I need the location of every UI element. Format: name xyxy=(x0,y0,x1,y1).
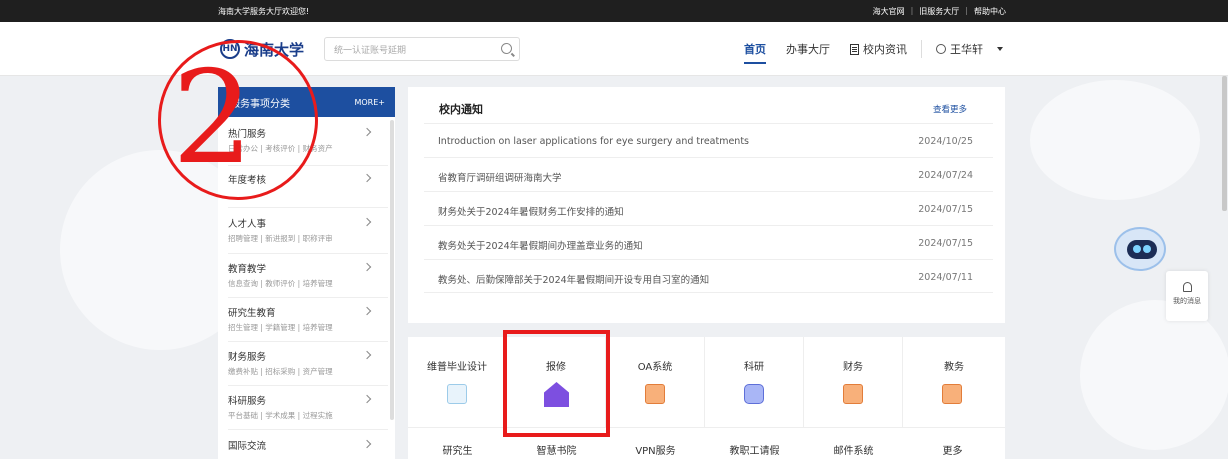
nav-campus-news[interactable]: 校内资讯 xyxy=(850,22,907,76)
nav-service-hall[interactable]: 办事大厅 xyxy=(786,22,830,76)
divider xyxy=(228,253,388,254)
notice-item[interactable]: 教务处、后勤保障部关于2024年暑假期间开设专用自习室的通知 2024/07/1… xyxy=(424,259,993,293)
app-tile-graduate[interactable]: 研究生 xyxy=(408,442,507,457)
search-icon[interactable] xyxy=(501,43,512,54)
page-scrollbar[interactable] xyxy=(1222,76,1227,211)
app-label: 维普毕业设计 xyxy=(427,362,487,373)
category-item[interactable]: 财务服务 缴费补贴 | 招标采购 | 资产管理 xyxy=(228,349,388,377)
notice-item-date: 2024/07/24 xyxy=(918,170,973,181)
news-icon xyxy=(850,43,859,55)
app-label: 财务 xyxy=(843,362,863,373)
app-tile-vpn[interactable]: VPN服务 xyxy=(606,442,705,457)
category-subtitle: 信息查询 | 教师评价 | 培养管理 xyxy=(228,279,333,288)
app-tile-staff-leave[interactable]: 教职工请假 xyxy=(705,442,804,457)
notice-item-title: Introduction on laser applications for e… xyxy=(438,136,749,147)
category-item[interactable]: 人才人事 招聘管理 | 新进报到 | 职称评审 xyxy=(228,216,388,244)
app-tile-oa[interactable]: OA系统 xyxy=(606,337,705,428)
user-name: 王华轩 xyxy=(950,43,983,56)
app-tile-research[interactable]: 科研 xyxy=(705,337,804,428)
sidebar-scrollbar[interactable] xyxy=(390,120,394,420)
category-subtitle: 平台基础 | 学术成果 | 过程实施 xyxy=(228,411,333,420)
notice-title: 校内通知 xyxy=(439,103,483,116)
notice-more-link[interactable]: 查看更多 xyxy=(933,103,967,115)
category-subtitle: 缴费补贴 | 招标采购 | 资产管理 xyxy=(228,367,333,376)
sidebar-more-link[interactable]: MORE+ xyxy=(354,98,385,107)
divider xyxy=(228,207,388,208)
divider xyxy=(228,297,388,298)
nav-divider xyxy=(921,40,922,58)
app-tile-smart-college[interactable]: 智慧书院 xyxy=(507,442,606,457)
link-separator: | xyxy=(910,6,914,15)
notice-item[interactable]: 财务处关于2024年暑假财务工作安排的通知 2024/07/15 xyxy=(424,191,993,225)
my-messages-label: 我的消息 xyxy=(1173,297,1201,305)
robot-eye xyxy=(1143,245,1151,253)
notice-item-title: 财务处关于2024年暑假财务工作安排的通知 xyxy=(438,207,624,218)
divider xyxy=(228,429,388,430)
bell-icon xyxy=(1182,282,1192,292)
app-tile-teaching[interactable]: 教务 xyxy=(903,337,1005,428)
category-item[interactable]: 教育教学 信息查询 | 教师评价 | 培养管理 xyxy=(228,261,388,289)
link-official-site[interactable]: 海大官网 xyxy=(873,6,905,17)
background-decoration xyxy=(1080,300,1228,450)
highlight-box xyxy=(503,330,610,437)
annotation-number: 2 xyxy=(172,44,254,193)
top-bar: 海南大学服务大厅欢迎您! 海大官网 | 旧服务大厅 | 帮助中心 xyxy=(0,0,1228,22)
nav-home[interactable]: 首页 xyxy=(744,22,766,76)
my-messages-button[interactable]: 我的消息 xyxy=(1166,271,1208,321)
main-nav: 首页 办事大厅 校内资讯 王华轩 xyxy=(744,22,1023,76)
notice-item-title: 省教育厅调研组调研海南大学 xyxy=(438,173,562,184)
notice-item[interactable]: 省教育厅调研组调研海南大学 2024/07/24 xyxy=(424,157,993,191)
app-grid: 维普毕业设计 报修 OA系统 科研 财务 教务 研究生 智慧书院 VPN服务 教… xyxy=(408,337,1005,459)
notice-item-title: 教务处关于2024年暑假期间办理盖章业务的通知 xyxy=(438,241,643,252)
robot-eye xyxy=(1133,245,1141,253)
robot-head-icon xyxy=(1114,227,1166,271)
app-tile-finance[interactable]: 财务 xyxy=(804,337,903,428)
category-subtitle: 招生管理 | 学籍管理 | 培养管理 xyxy=(228,323,333,332)
category-subtitle: 招聘管理 | 新进报到 | 职称评审 xyxy=(228,234,333,243)
top-links: 海大官网 | 旧服务大厅 | 帮助中心 xyxy=(873,6,1006,17)
oa-icon xyxy=(645,384,665,404)
chevron-down-icon xyxy=(997,47,1003,51)
teaching-icon xyxy=(942,384,962,404)
notice-item[interactable]: Introduction on laser applications for e… xyxy=(424,123,993,157)
app-tile-more[interactable]: 更多 xyxy=(903,442,1002,457)
divider xyxy=(228,341,388,342)
user-menu[interactable]: 王华轩 xyxy=(936,22,1003,76)
nav-campus-news-label: 校内资讯 xyxy=(863,43,907,56)
category-item[interactable]: 科研服务 平台基础 | 学术成果 | 过程实施 xyxy=(228,393,388,421)
app-label: 科研 xyxy=(744,362,764,373)
link-help-center[interactable]: 帮助中心 xyxy=(974,6,1006,17)
app-tile-mail[interactable]: 邮件系统 xyxy=(804,442,903,457)
robot-face xyxy=(1127,240,1157,259)
category-item[interactable]: 国际交流 xyxy=(228,438,388,452)
campus-notice-panel: 校内通知 查看更多 Introduction on laser applicat… xyxy=(408,87,1005,323)
divider xyxy=(228,385,388,386)
research-icon xyxy=(744,384,764,404)
app-label: 教务 xyxy=(944,362,964,373)
assistant-robot[interactable] xyxy=(1110,225,1170,277)
notice-item-title: 教务处、后勤保障部关于2024年暑假期间开设专用自习室的通知 xyxy=(438,275,710,286)
notice-item-date: 2024/07/15 xyxy=(918,204,973,215)
notice-item-date: 2024/07/15 xyxy=(918,238,973,249)
notice-item-date: 2024/07/11 xyxy=(918,272,973,283)
link-old-service-hall[interactable]: 旧服务大厅 xyxy=(919,6,959,17)
finance-icon xyxy=(843,384,863,404)
notice-item-date: 2024/10/25 xyxy=(918,136,973,147)
notice-item[interactable]: 教务处关于2024年暑假期间办理盖章业务的通知 2024/07/15 xyxy=(424,225,993,259)
welcome-text: 海南大学服务大厅欢迎您! xyxy=(218,7,310,16)
document-icon xyxy=(447,384,467,404)
app-tile-thesis[interactable]: 维普毕业设计 xyxy=(408,337,507,428)
app-label: OA系统 xyxy=(637,362,673,373)
link-separator: | xyxy=(965,6,968,15)
search-input[interactable] xyxy=(325,40,495,62)
background-decoration xyxy=(1030,80,1200,200)
category-item[interactable]: 研究生教育 招生管理 | 学籍管理 | 培养管理 xyxy=(228,305,388,333)
user-icon xyxy=(936,44,946,54)
search-box xyxy=(324,37,520,62)
